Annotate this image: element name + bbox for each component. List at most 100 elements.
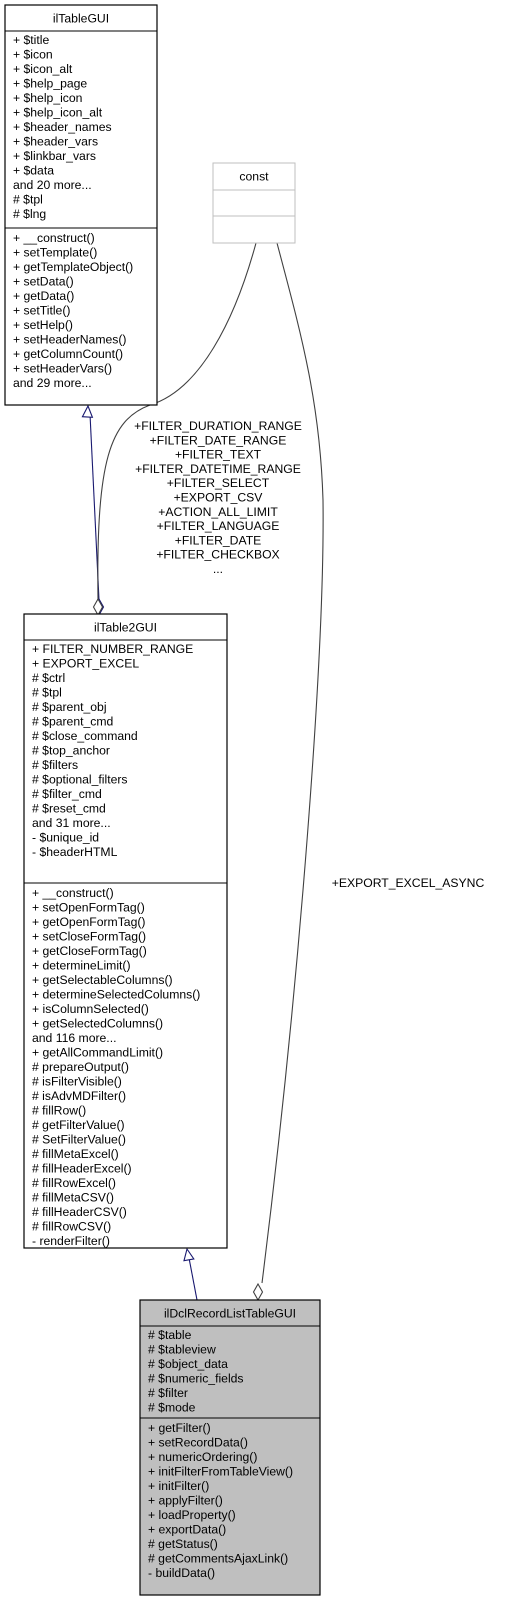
edge-label-const-to-ilDclRecordListTableGUI: +EXPORT_EXCEL_ASYNC	[332, 876, 485, 890]
class-attribute: + $header_vars	[13, 135, 98, 149]
inheritance-arrow-icon	[81, 404, 94, 418]
class-attribute: # $tpl	[32, 686, 62, 700]
class-method: + getData()	[13, 289, 74, 303]
edge-label-line: +FILTER_SELECT	[167, 476, 270, 490]
edge-label-line: +FILTER_DATE_RANGE	[150, 433, 287, 447]
class-method: + applyFilter()	[148, 1494, 223, 1508]
class-attribute: # $optional_filters	[32, 773, 128, 787]
class-method: + getColumnCount()	[13, 347, 123, 361]
class-box-ilDclRecordListTableGUI[interactable]: ilDclRecordListTableGUI # $table# $tablev…	[139, 1299, 321, 1596]
edge-label-line: +FILTER_DURATION_RANGE	[134, 419, 302, 433]
class-method: + setHeaderNames()	[13, 333, 126, 347]
aggregation-line	[261, 242, 324, 1284]
class-method: # getStatus()	[148, 1537, 218, 1551]
class-attribute: + EXPORT_EXCEL	[32, 657, 139, 671]
class-method: # fillRowExcel()	[32, 1176, 116, 1190]
class-method: + setCloseFormTag()	[32, 930, 146, 944]
class-method: + setOpenFormTag()	[32, 901, 145, 915]
class-method: + getOpenFormTag()	[32, 915, 145, 929]
class-method: and 116 more...	[32, 1031, 116, 1045]
class-attribute: # $filters	[32, 758, 78, 772]
class-attribute: # $reset_cmd	[32, 802, 106, 816]
class-attribute: + $icon	[13, 48, 53, 62]
class-attribute: # $top_anchor	[32, 744, 110, 758]
class-attribute: and 31 more...	[32, 816, 111, 830]
class-method: # fillHeaderExcel()	[32, 1162, 132, 1176]
edge-label-line: +EXPORT_EXCEL_ASYNC	[332, 876, 485, 890]
class-name: ilTable2GUI	[94, 621, 157, 635]
class-method: + initFilterFromTableView()	[148, 1465, 293, 1479]
edge-label-line: +FILTER_TEXT	[175, 448, 262, 462]
class-box-ilTableGUI[interactable]: ilTableGUI+ $title+ $icon+ $icon_alt+ $h…	[4, 4, 158, 406]
class-attribute: # $numeric_fields	[148, 1372, 244, 1386]
class-method: + getSelectableColumns()	[32, 973, 173, 987]
class-attribute: # $mode	[148, 1401, 196, 1415]
class-method: # fillHeaderCSV()	[32, 1205, 127, 1219]
class-method: # prepareOutput()	[32, 1060, 129, 1074]
class-attribute: + $linkbar_vars	[13, 149, 96, 163]
class-attribute: # $lng	[13, 207, 46, 221]
class-attribute: + $help_icon_alt	[13, 106, 103, 120]
class-attribute: and 20 more...	[13, 178, 92, 192]
class-method: + setTemplate()	[13, 246, 97, 260]
class-method: + setTitle()	[13, 304, 70, 318]
class-method: # getFilterValue()	[32, 1118, 125, 1132]
class-method: and 29 more...	[13, 376, 92, 390]
edge-label-line: +ACTION_ALL_LIMIT	[158, 505, 278, 519]
class-attribute: - $unique_id	[32, 831, 99, 845]
class-method: # fillMetaExcel()	[32, 1147, 119, 1161]
class-method: + getTemplateObject()	[13, 260, 133, 274]
aggregation-diamond-icon	[92, 597, 104, 617]
edge-label-line: +FILTER_DATETIME_RANGE	[135, 462, 301, 476]
class-method: + numericOrdering()	[148, 1450, 257, 1464]
class-method: + initFilter()	[148, 1479, 209, 1493]
class-method: + getFilter()	[148, 1421, 211, 1435]
class-attribute: # $object_data	[148, 1357, 228, 1371]
class-name: ilTableGUI	[53, 12, 109, 26]
edge-ilTable2GUI-to-ilDclRecordListTableGUI	[183, 1247, 198, 1301]
inheritance-arrow-icon	[183, 1247, 195, 1262]
class-method: + isColumnSelected()	[32, 1002, 149, 1016]
class-method: + __construct()	[13, 231, 95, 245]
class-method: # getCommentsAjaxLink()	[148, 1552, 288, 1566]
class-attribute: # $parent_obj	[32, 700, 107, 714]
class-method: # fillRowCSV()	[32, 1220, 111, 1234]
class-name: ilDclRecordListTableGUI	[164, 1307, 296, 1321]
class-method: + loadProperty()	[148, 1508, 236, 1522]
edge-label-line: +FILTER_LANGUAGE	[157, 519, 280, 533]
class-method: # fillMetaCSV()	[32, 1191, 114, 1205]
class-box-ilTable2GUI[interactable]: ilTable2GUI + FILTER_NUMBER_RANGE+ EXPORT…	[23, 613, 228, 1249]
class-method: # isFilterVisible()	[32, 1075, 122, 1089]
class-method: + getCloseFormTag()	[32, 944, 147, 958]
class-attribute: # $close_command	[32, 729, 138, 743]
class-method: + determineLimit()	[32, 959, 131, 973]
classes-layer: ilTableGUI+ $title+ $icon+ $icon_alt+ $h…	[4, 4, 321, 1596]
class-box-const[interactable]: const	[212, 162, 296, 244]
aggregation-diamond-icon	[252, 1282, 264, 1302]
class-attribute: - $headerHTML	[32, 845, 118, 859]
class-attribute: + $title	[13, 33, 49, 47]
class-method: - renderFilter()	[32, 1234, 110, 1248]
class-method: + exportData()	[148, 1523, 226, 1537]
class-attribute: # $parent_cmd	[32, 715, 113, 729]
class-name: const	[239, 170, 269, 184]
class-method: + setData()	[13, 275, 74, 289]
class-attribute: # $tpl	[13, 193, 43, 207]
class-method: + determineSelectedColumns()	[32, 988, 200, 1002]
edge-label-line: ...	[213, 562, 223, 576]
class-method: # SetFilterValue()	[32, 1133, 126, 1147]
class-attribute: + $help_page	[13, 77, 87, 91]
class-method: - buildData()	[148, 1566, 215, 1580]
class-method: # fillRow()	[32, 1104, 86, 1118]
edge-label-line: +FILTER_DATE	[175, 533, 262, 547]
class-method: + __construct()	[32, 886, 114, 900]
class-method: + setRecordData()	[148, 1436, 248, 1450]
class-attribute: + $icon_alt	[13, 62, 73, 76]
class-attribute: # $filter_cmd	[32, 787, 102, 801]
edge-label-line: +EXPORT_CSV	[174, 491, 264, 505]
class-attribute: # $ctrl	[32, 671, 65, 685]
class-attribute: + $header_names	[13, 120, 112, 134]
edge-const-to-ilDclRecordListTableGUI	[252, 242, 324, 1302]
class-attribute: # $tableview	[148, 1343, 216, 1357]
class-method: # isAdvMDFilter()	[32, 1089, 126, 1103]
